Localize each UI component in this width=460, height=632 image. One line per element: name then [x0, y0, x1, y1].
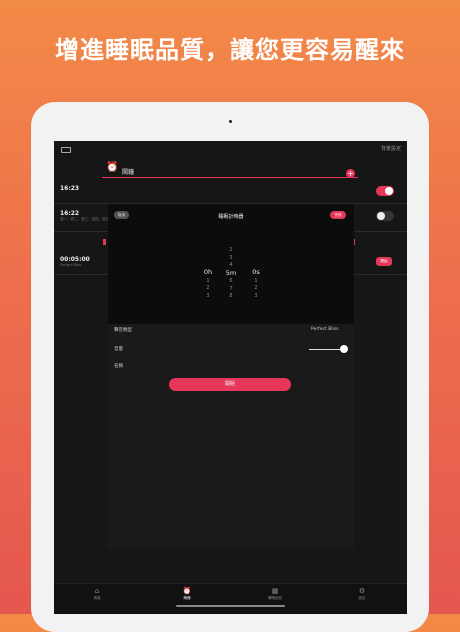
alarm-toggle-on[interactable] — [376, 186, 394, 196]
timer-start-pill[interactable]: 開始 — [376, 257, 392, 266]
add-alarm-button[interactable]: + — [346, 169, 355, 178]
seconds-picker[interactable]: 0s 1 2 3 — [246, 268, 266, 300]
sound-type-value[interactable]: Perfect Bliss — [311, 327, 338, 332]
hours-picker[interactable]: 0h 1 2 3 — [198, 268, 218, 300]
home-indicator — [176, 605, 285, 607]
sleep-record-icon: ▦ — [271, 587, 279, 595]
alarm-time: 16:23 — [60, 185, 80, 192]
status-right-text: 背景設定 — [380, 146, 401, 152]
home-icon: ⌂ — [94, 587, 100, 595]
settings-panel — [108, 324, 354, 549]
name-label: 名稱 — [114, 364, 123, 369]
alarm-row[interactable]: 16:22 週一，週二，週三，週四，週五 — [60, 210, 109, 222]
header-underline — [102, 177, 358, 178]
volume-slider[interactable] — [309, 349, 344, 350]
accent-mark — [103, 239, 106, 245]
volume-label: 音量 — [114, 347, 123, 352]
timer-row[interactable]: 00:05:00 Perfect Bliss — [60, 256, 90, 267]
alarm-time: 16:22 — [60, 210, 80, 217]
volume-slider-knob[interactable] — [340, 345, 348, 353]
tab-home[interactable]: ⌂ 首頁 — [77, 587, 117, 601]
tab-settings[interactable]: ⚙ 設定 — [342, 587, 382, 601]
dialog-title: 睡眠計時器 — [218, 214, 244, 220]
alarm-clock-icon: ⏰ — [106, 162, 119, 173]
settings-icon: ⚙ — [358, 587, 366, 595]
alarm-row[interactable]: 16:23 — [60, 185, 79, 192]
done-button[interactable]: 完成 — [330, 211, 346, 219]
timer-sound: Perfect Bliss — [60, 263, 82, 267]
alarm-icon: ⏰ — [182, 587, 192, 595]
sound-type-label: 聲音類型 — [114, 328, 132, 333]
alarm-toggle-off[interactable] — [376, 211, 394, 221]
alarm-repeat: 週一，週二，週三，週四，週五 — [60, 217, 109, 221]
promo-headline: 增進睡眠品質，讓您更容易醒來 — [55, 36, 405, 64]
tab-alarm[interactable]: ⏰ 鬧鐘 — [167, 587, 207, 601]
battery-icon — [61, 147, 71, 153]
page-title: 鬧鐘 — [122, 169, 135, 176]
app-screen: 背景設定 ⏰ 鬧鐘 + 16:23 16:22 週一，週二，週三，週四，週五 0… — [54, 141, 407, 614]
sleep-timer-dialog: 取消 睡眠計時器 完成 0h 1 2 3 2 3 4 5m 6 7 8 0s 1… — [108, 204, 354, 324]
start-button[interactable]: 開始 — [169, 378, 291, 391]
front-camera — [229, 120, 232, 123]
tab-sleep-record[interactable]: ▦ 睡眠記錄 — [255, 587, 295, 601]
timer-time: 00:05:00 — [60, 256, 90, 263]
minutes-picker[interactable]: 2 3 4 5m 6 7 8 — [221, 247, 241, 301]
